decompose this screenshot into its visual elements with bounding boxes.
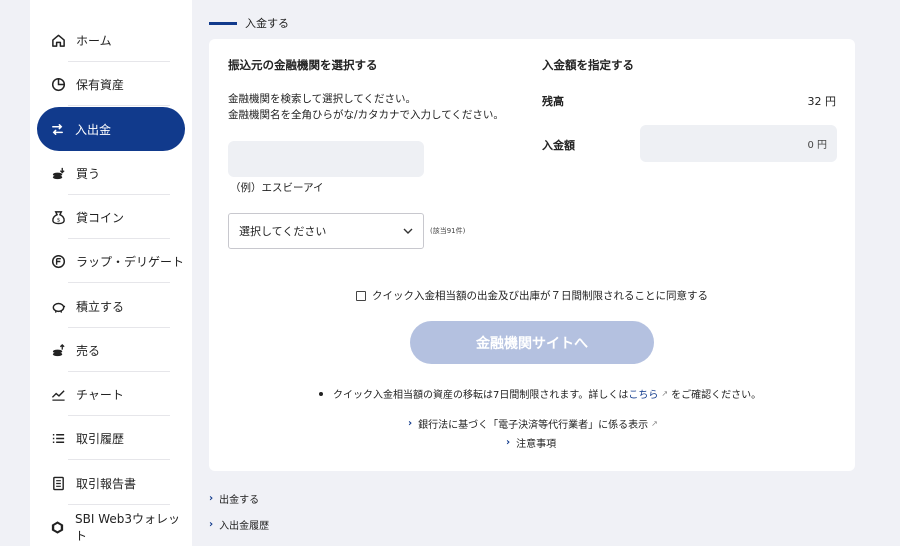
agree-checkbox[interactable] xyxy=(356,290,366,301)
amount-input[interactable]: 0 円 xyxy=(640,125,837,162)
sidebar-item-wallet[interactable]: SBI Web3ウォレット xyxy=(38,505,184,546)
deposit-card: 振込元の金融機関を選択する 入金額を指定する 金融機関を検索して選択してください… xyxy=(209,39,855,471)
wallet-icon xyxy=(50,519,65,535)
piggy-bank-icon xyxy=(50,298,66,314)
sidebar-item-label: 買う xyxy=(76,166,101,181)
sidebar-item-label: 入出金 xyxy=(75,122,112,137)
chevron-down-icon xyxy=(403,225,413,238)
sidebar-item-label: ラップ・デリゲート xyxy=(76,254,185,269)
withdraw-link-text: 出金する xyxy=(219,495,260,506)
chevron-right-icon: › xyxy=(209,493,214,504)
notes-link-text: 注意事項 xyxy=(516,439,557,450)
sidebar-item-label: 売る xyxy=(76,343,101,358)
bank-description-line2: 金融機関名を全角ひらがな/カタカナで入力してください。 xyxy=(228,109,504,121)
go-to-bank-button[interactable]: 金融機関サイトへ xyxy=(410,321,654,364)
sidebar-item-accumulate[interactable]: 積立する xyxy=(38,284,184,328)
bank-heading: 振込元の金融機関を選択する xyxy=(228,58,378,72)
deposit-history-link[interactable]: › 入出金履歴 xyxy=(209,517,269,532)
external-link-icon: ↗ xyxy=(661,389,669,398)
bank-select-value: 選択してください xyxy=(239,225,327,238)
notes-link[interactable]: › 注意事項 xyxy=(506,435,556,450)
banking-act-link[interactable]: › 銀行法に基づく「電子決済等代行業者」に係る表示 ↗ xyxy=(408,416,661,431)
chevron-right-icon: › xyxy=(209,519,214,530)
sidebar-item-delegate[interactable]: ラップ・デリゲート xyxy=(38,239,184,283)
amount-heading: 入金額を指定する xyxy=(542,58,634,72)
sidebar-item-deposit-withdraw[interactable]: 入出金 xyxy=(37,107,185,151)
external-link-icon: ↗ xyxy=(651,419,658,428)
section-title: 入金する xyxy=(209,16,289,30)
sidebar-item-chart[interactable]: チャート xyxy=(38,372,184,416)
restriction-note: クイック入金相当額の資産の移転は7日間制限されます。詳しくは こちら ↗ をご確… xyxy=(319,386,761,401)
sidebar-item-label: ホーム xyxy=(76,33,112,48)
bank-description-line1: 金融機関を検索して選択してください。 xyxy=(228,93,417,105)
coins-buy-icon xyxy=(50,165,66,181)
list-icon xyxy=(50,430,66,446)
sidebar: ホーム 保有資産 入出金 買う $ 貸コイン ラップ・デリゲート 積立する 売る… xyxy=(30,0,192,546)
sidebar-item-label: 取引履歴 xyxy=(76,431,125,446)
sidebar-item-report[interactable]: 取引報告書 xyxy=(38,461,184,505)
note-prefix: クイック入金相当額の資産の移転は7日間制限されます。詳しくは xyxy=(333,390,629,401)
chart-icon xyxy=(50,386,66,402)
sidebar-item-label: SBI Web3ウォレット xyxy=(75,512,181,543)
amount-label: 入金額 xyxy=(542,139,575,152)
delegate-icon xyxy=(50,253,66,269)
document-icon xyxy=(50,475,66,491)
withdraw-link[interactable]: › 出金する xyxy=(209,491,259,506)
money-bag-icon: $ xyxy=(50,209,66,225)
deposit-history-link-text: 入出金履歴 xyxy=(219,521,270,532)
sidebar-item-label: チャート xyxy=(76,387,124,402)
svg-text:$: $ xyxy=(56,217,60,223)
sidebar-item-label: 貸コイン xyxy=(76,210,125,225)
chevron-right-icon: › xyxy=(506,437,511,448)
balance-label: 残高 xyxy=(542,95,564,108)
section-title-text: 入金する xyxy=(245,17,289,30)
note-link[interactable]: こちら xyxy=(628,386,658,401)
sidebar-item-label: 保有資産 xyxy=(76,77,125,92)
section-title-bar xyxy=(209,21,237,25)
home-icon xyxy=(50,32,66,48)
chevron-right-icon: › xyxy=(408,418,413,429)
bullet xyxy=(319,391,323,396)
bank-select[interactable]: 選択してください xyxy=(228,213,424,249)
transfer-icon xyxy=(49,121,65,137)
bank-example-hint: （例）エスビーアイ xyxy=(230,182,324,194)
sidebar-item-lending[interactable]: $ 貸コイン xyxy=(38,195,184,239)
sidebar-item-sell[interactable]: 売る xyxy=(38,328,184,372)
bank-search-input[interactable] xyxy=(228,141,424,177)
sidebar-item-history[interactable]: 取引履歴 xyxy=(38,416,184,460)
agree-text: クイック入金相当額の出金及び出庫が７日間制限されることに同意する xyxy=(372,290,708,302)
sidebar-item-label: 取引報告書 xyxy=(76,476,137,491)
coins-sell-icon xyxy=(50,342,66,358)
sidebar-item-assets[interactable]: 保有資産 xyxy=(38,62,184,106)
sidebar-item-buy[interactable]: 買う xyxy=(38,151,184,195)
sidebar-item-label: 積立する xyxy=(76,299,125,314)
sidebar-item-home[interactable]: ホーム xyxy=(38,18,184,62)
balance-value: 32 円 xyxy=(807,95,837,108)
bank-description: 金融機関を検索して選択してください。 金融機関名を全角ひらがな/カタカナで入力し… xyxy=(228,91,504,123)
bank-match-count: (該当91件) xyxy=(430,227,466,235)
note-suffix: をご確認ください。 xyxy=(671,390,762,401)
agree-checkbox-row[interactable]: クイック入金相当額の出金及び出庫が７日間制限されることに同意する xyxy=(356,288,708,303)
pie-chart-icon xyxy=(50,76,66,92)
banking-act-link-text: 銀行法に基づく「電子決済等代行業者」に係る表示 xyxy=(418,420,649,431)
